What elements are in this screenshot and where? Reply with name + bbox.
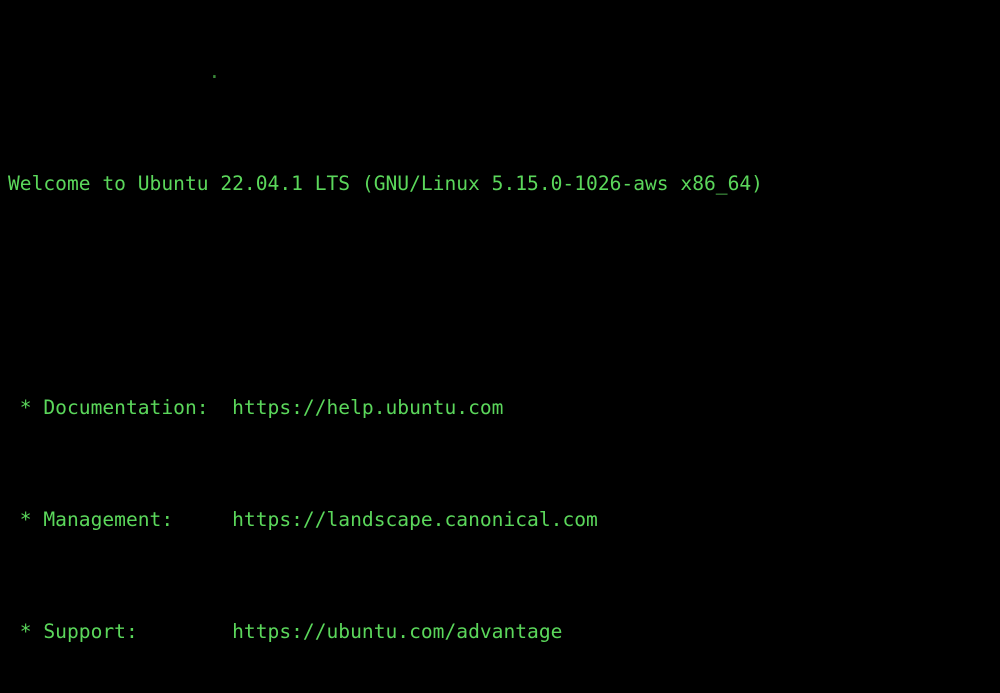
- link-url-management[interactable]: https://landscape.canonical.com: [232, 508, 598, 531]
- welcome-line: Welcome to Ubuntu 22.04.1 LTS (GNU/Linux…: [8, 172, 763, 195]
- terminal-screen-buffer[interactable]: . Welcome to Ubuntu 22.04.1 LTS (GNU/Lin…: [8, 0, 1000, 693]
- link-url-support[interactable]: https://ubuntu.com/advantage: [232, 620, 562, 643]
- motd-link-documentation: * Documentation: https://help.ubuntu.com: [8, 394, 1000, 422]
- terminal-window[interactable]: . Welcome to Ubuntu 22.04.1 LTS (GNU/Lin…: [0, 0, 1000, 693]
- scrolled-off-line: .: [8, 60, 221, 83]
- link-label-support: Support:: [43, 620, 138, 643]
- motd-link-support: * Support: https://ubuntu.com/advantage: [8, 618, 1000, 646]
- link-label-documentation: Documentation:: [43, 396, 209, 419]
- link-label-management: Management:: [43, 508, 174, 531]
- bullet-asterisk: *: [8, 620, 44, 643]
- motd-link-management: * Management: https://landscape.canonica…: [8, 506, 1000, 534]
- link-url-documentation[interactable]: https://help.ubuntu.com: [232, 396, 503, 419]
- bullet-asterisk: *: [8, 508, 44, 531]
- bullet-asterisk: *: [8, 396, 44, 419]
